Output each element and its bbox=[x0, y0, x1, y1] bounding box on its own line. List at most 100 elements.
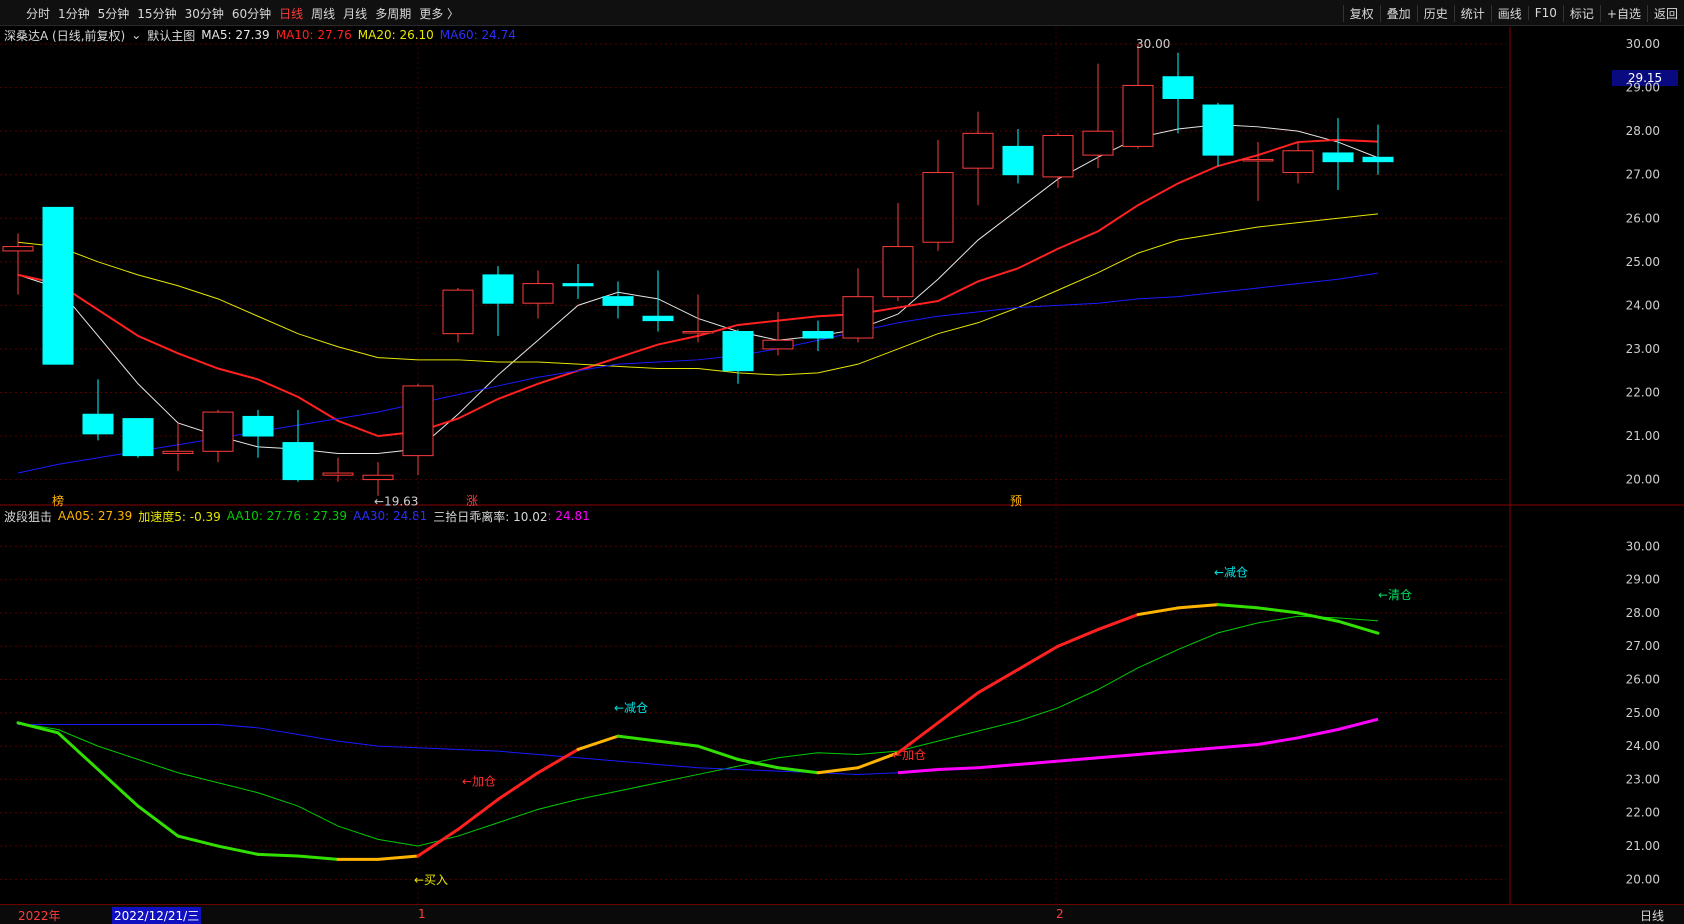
aa05-segment bbox=[176, 834, 220, 848]
signal-reduce-2: ←减仓 bbox=[1214, 566, 1248, 580]
aa05-segment bbox=[1256, 606, 1300, 615]
candle-body bbox=[2, 246, 34, 252]
tab-30min[interactable]: 30分钟 bbox=[185, 5, 224, 22]
chart-grid bbox=[0, 27, 1684, 904]
candle-body bbox=[82, 413, 114, 435]
low-price-marker: ←19.63 bbox=[374, 495, 418, 509]
indicator-tick-label: 20.00 bbox=[1626, 872, 1660, 886]
cursor-date: 2022/12/21/三 bbox=[112, 907, 202, 924]
statistics-button[interactable]: 统计 bbox=[1453, 4, 1491, 22]
aa05-segment bbox=[296, 854, 340, 861]
price-tick-label: 27.00 bbox=[1626, 168, 1660, 182]
price-tick-label: 24.00 bbox=[1626, 298, 1660, 312]
signal-add-1: ←加仓 bbox=[462, 774, 496, 788]
candle-body bbox=[42, 206, 74, 365]
price-tick-label: 23.00 bbox=[1626, 342, 1660, 356]
tab-weekly[interactable]: 周线 bbox=[311, 5, 335, 22]
candle-body bbox=[362, 474, 394, 481]
aa05-segment bbox=[136, 804, 180, 838]
tool-buttons: 复权 叠加 历史 统计 画线 F10 标记 +自选 返回 bbox=[1342, 0, 1684, 26]
indicator-tick-label: 29.00 bbox=[1626, 573, 1660, 587]
aa05-segment bbox=[1336, 619, 1380, 635]
indicator-tick-label: 28.00 bbox=[1626, 606, 1660, 620]
aa05-segment bbox=[1176, 603, 1220, 610]
tab-daily[interactable]: 日线 bbox=[279, 5, 303, 22]
aa05-segment bbox=[1216, 603, 1260, 610]
event-marker-bang[interactable]: 榜 bbox=[52, 493, 64, 508]
aa05-segment bbox=[96, 767, 140, 808]
candle-body bbox=[1322, 152, 1354, 163]
candle-body bbox=[642, 315, 674, 322]
price-tick-label: 28.00 bbox=[1626, 124, 1660, 138]
aa05-segment bbox=[1016, 644, 1060, 672]
event-marker-zhang[interactable]: 涨 bbox=[466, 493, 478, 508]
tab-monthly[interactable]: 月线 bbox=[343, 5, 367, 22]
period-tabs: 分时 1分钟 5分钟 15分钟 30分钟 60分钟 日线 周线 月线 多周期 更… bbox=[26, 0, 459, 26]
tab-multi-period[interactable]: 多周期 bbox=[375, 5, 411, 22]
candle-body bbox=[402, 385, 434, 457]
add-watchlist-button[interactable]: +自选 bbox=[1599, 4, 1647, 22]
ma20-line bbox=[17, 213, 1379, 376]
indicator-tick-label: 22.00 bbox=[1626, 806, 1660, 820]
candle-body bbox=[1162, 76, 1194, 100]
candle-body bbox=[1202, 104, 1234, 156]
candle-body bbox=[282, 442, 314, 481]
candle-body bbox=[322, 472, 354, 476]
indicator-tick-label: 24.00 bbox=[1626, 739, 1660, 753]
aa10-line bbox=[17, 615, 1379, 847]
aa05-segment bbox=[1096, 613, 1140, 632]
aa05-segment bbox=[816, 766, 860, 775]
candle-body bbox=[122, 418, 154, 457]
indicator-lines bbox=[16, 603, 1380, 861]
aa05-segment bbox=[536, 747, 580, 775]
ma5-line bbox=[17, 124, 1379, 454]
tab-1min[interactable]: 1分钟 bbox=[58, 5, 90, 22]
back-button[interactable]: 返回 bbox=[1646, 4, 1684, 22]
aa05-segment bbox=[496, 771, 540, 801]
overlay-button[interactable]: 叠加 bbox=[1379, 4, 1417, 22]
aa05-segment bbox=[656, 739, 700, 748]
aa05-segment bbox=[256, 852, 300, 858]
candle-body bbox=[482, 274, 514, 304]
candle-body bbox=[882, 246, 914, 298]
history-button[interactable]: 历史 bbox=[1416, 4, 1454, 22]
draw-line-button[interactable]: 画线 bbox=[1490, 4, 1528, 22]
indicator-tick-label: 23.00 bbox=[1626, 772, 1660, 786]
tab-15min[interactable]: 15分钟 bbox=[137, 5, 176, 22]
tab-60min[interactable]: 60分钟 bbox=[232, 5, 271, 22]
f10-button[interactable]: F10 bbox=[1527, 6, 1563, 20]
tab-more[interactable]: 更多 〉 bbox=[419, 5, 459, 22]
candle-body bbox=[1122, 84, 1154, 147]
indicator-tick-label: 27.00 bbox=[1626, 639, 1660, 653]
aa05-segment bbox=[736, 757, 780, 770]
signal-reduce-1: ←减仓 bbox=[614, 701, 648, 715]
aa05-segment bbox=[936, 691, 980, 725]
aa05-segment bbox=[216, 844, 260, 856]
mark-button[interactable]: 标记 bbox=[1562, 4, 1600, 22]
candle-body bbox=[962, 132, 994, 169]
indicator-tick-label: 25.00 bbox=[1626, 706, 1660, 720]
month-label-1: 1 bbox=[418, 907, 426, 921]
candle-body bbox=[1042, 135, 1074, 178]
year-label: 2022年 bbox=[18, 909, 61, 923]
price-tick-label: 22.00 bbox=[1626, 385, 1660, 399]
adjust-button[interactable]: 复权 bbox=[1342, 4, 1380, 22]
signal-add-2: ←加仓 bbox=[892, 748, 926, 762]
tab-fenshi[interactable]: 分时 bbox=[26, 5, 50, 22]
tab-5min[interactable]: 5分钟 bbox=[98, 5, 130, 22]
indicator-tick-label: 26.00 bbox=[1626, 673, 1660, 687]
candle-body bbox=[762, 339, 794, 350]
candlesticks bbox=[2, 44, 1394, 496]
price-tick-label: 30.00 bbox=[1626, 37, 1660, 51]
candle-body bbox=[802, 331, 834, 339]
indicator-tick-label: 21.00 bbox=[1626, 839, 1660, 853]
kline-chart[interactable]: 20.00 21.00 22.00 23.00 24.00 25.00 26.00 27.00… bbox=[0, 27, 1684, 904]
candle-body bbox=[562, 283, 594, 287]
candle-body bbox=[602, 296, 634, 306]
price-axis: 20.00 21.00 22.00 23.00 24.00 25.00 26.00 27.00… bbox=[1626, 37, 1660, 886]
aa05-segment bbox=[616, 734, 660, 743]
candle-body bbox=[242, 415, 274, 437]
ma10-line bbox=[17, 138, 1379, 438]
aa05-segment bbox=[696, 744, 740, 761]
event-marker-yu[interactable]: 预 bbox=[1010, 494, 1022, 508]
